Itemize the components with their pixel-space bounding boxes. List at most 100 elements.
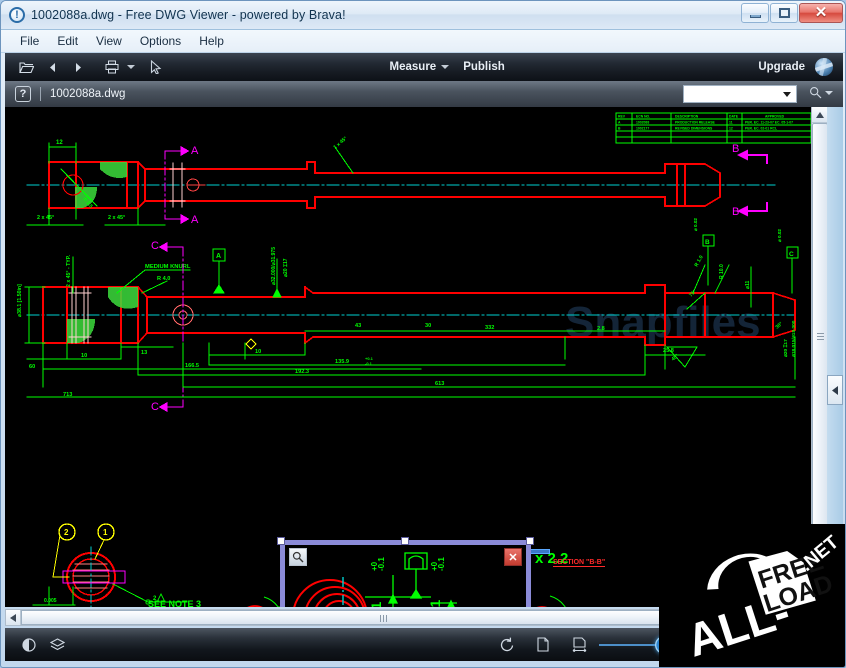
svg-text:⌀20 ⌶17: ⌀20 ⌶17 <box>783 339 789 357</box>
title-bar: ! 1002088a.dwg - Free DWG Viewer - power… <box>1 1 846 30</box>
search-chevron-down-icon[interactable] <box>825 91 833 95</box>
svg-text:A: A <box>191 214 199 226</box>
svg-text:-0.1: -0.1 <box>437 557 446 571</box>
menu-item-file[interactable]: File <box>11 31 48 51</box>
maximize-button[interactable] <box>770 3 798 23</box>
svg-text:43: 43 <box>355 323 361 329</box>
svg-text:135.9: 135.9 <box>335 359 349 365</box>
cursor-arrow-icon[interactable] <box>143 54 169 80</box>
svg-text:13: 13 <box>141 350 147 356</box>
menu-item-view[interactable]: View <box>87 31 131 51</box>
svg-text:C: C <box>789 251 794 258</box>
menu-item-edit[interactable]: Edit <box>48 31 87 51</box>
svg-text:2 x 45° - TYP.: 2 x 45° - TYP. <box>66 254 72 287</box>
svg-text:REV: REV <box>618 115 626 119</box>
panel-collapse-button[interactable] <box>827 375 843 405</box>
svg-text:2.8: 2.8 <box>597 326 605 332</box>
chevron-down-icon[interactable] <box>783 92 791 97</box>
dim-marker <box>530 549 550 554</box>
publish-button[interactable]: Publish <box>463 61 505 73</box>
svg-text:C: C <box>151 240 159 252</box>
svg-text:B: B <box>732 206 739 218</box>
svg-text:⌀ 0.02: ⌀ 0.02 <box>693 218 698 231</box>
triangle-left-icon <box>10 614 16 622</box>
rotate-ccw-icon[interactable] <box>493 631 521 659</box>
svg-text:2 x 45°: 2 x 45° <box>37 215 54 221</box>
svg-text:DESCRIPTION: DESCRIPTION <box>675 115 699 119</box>
scroll-up-button[interactable] <box>812 107 828 123</box>
section-label-bb: SECTION "B-B" <box>553 559 605 567</box>
close-button[interactable]: ✕ <box>799 3 843 23</box>
info-circle-icon: ! <box>9 7 25 23</box>
svg-text:B: B <box>732 143 739 155</box>
svg-text:10: 10 <box>81 353 87 359</box>
magnifier-icon <box>809 86 822 99</box>
menu-bar: File Edit View Options Help <box>1 30 846 53</box>
selection-box[interactable]: 20.1 15.1 +0 -0.1 +0 -0.1 ✕ <box>280 540 531 607</box>
svg-text:C: C <box>151 401 159 413</box>
svg-text:R 10.0: R 10.0 <box>719 264 725 279</box>
document-name: 1002088a.dwg <box>50 88 125 100</box>
circular-arrow-icon: ALL- FREE LOAD .NET <box>659 524 845 667</box>
svg-text:A: A <box>191 145 199 157</box>
svg-text:SEE NOTE 3: SEE NOTE 3 <box>148 599 201 607</box>
svg-text:2: 2 <box>64 528 69 537</box>
open-folder-icon[interactable] <box>13 54 39 80</box>
svg-text:⌀32.000/⌀31.975: ⌀32.000/⌀31.975 <box>271 247 277 285</box>
svg-text:PRODUCTION RELEASE: PRODUCTION RELEASE <box>675 121 715 125</box>
svg-text:PER. EC. 02-01 RCL: PER. EC. 02-01 RCL <box>745 127 777 131</box>
svg-text:0.005: 0.005 <box>44 598 57 604</box>
svg-text:⌀38.1 [1.50in]: ⌀38.1 [1.50in] <box>17 284 23 317</box>
grip-icon <box>379 609 388 627</box>
selection-magnifier-icon[interactable] <box>289 548 307 566</box>
svg-text:613: 613 <box>435 381 444 387</box>
resize-handle-ne[interactable] <box>526 537 534 545</box>
scroll-left-button[interactable] <box>6 610 21 625</box>
measure-button[interactable]: Measure <box>390 61 437 73</box>
previous-arrow-icon[interactable] <box>39 54 65 80</box>
print-dropdown-chevron-down-icon[interactable] <box>125 54 137 80</box>
measure-chevron-down-icon[interactable] <box>441 65 449 69</box>
print-icon[interactable] <box>99 54 125 80</box>
svg-text:ECN NO.: ECN NO. <box>636 115 650 119</box>
svg-text:192.3: 192.3 <box>295 369 309 375</box>
layers-icon[interactable] <box>43 631 71 659</box>
svg-text:-0.1: -0.1 <box>377 557 386 571</box>
upgrade-button[interactable]: Upgrade <box>758 61 805 73</box>
svg-text:713: 713 <box>63 392 72 398</box>
triangle-left-icon <box>832 386 838 395</box>
svg-text:166.5: 166.5 <box>185 363 199 369</box>
svg-text:30: 30 <box>425 323 431 329</box>
horizontal-scroll-thumb[interactable] <box>21 610 746 625</box>
svg-text:A: A <box>216 253 221 260</box>
svg-text:DATE: DATE <box>729 115 739 119</box>
menu-item-help[interactable]: Help <box>190 31 233 51</box>
svg-text:⌀11: ⌀11 <box>745 280 751 289</box>
search-controls <box>809 86 833 99</box>
svg-text:B: B <box>705 239 710 246</box>
question-mark-icon[interactable]: ? <box>15 86 31 102</box>
selection-close-icon[interactable]: ✕ <box>504 548 522 566</box>
svg-text:REVISED DIMENSIONS: REVISED DIMENSIONS <box>675 127 713 131</box>
window-title: 1002088a.dwg - Free DWG Viewer - powered… <box>31 8 346 22</box>
svg-text:332: 332 <box>485 325 494 331</box>
menu-item-options[interactable]: Options <box>131 31 190 51</box>
contrast-icon[interactable] <box>15 631 43 659</box>
resize-handle-nw[interactable] <box>277 537 285 545</box>
divider <box>40 87 41 101</box>
svg-text:R 4.0: R 4.0 <box>157 276 170 282</box>
minimize-button[interactable] <box>741 3 769 23</box>
window-controls: ✕ <box>741 3 843 23</box>
svg-text:APPROVED: APPROVED <box>765 115 785 119</box>
resize-handle-n[interactable] <box>401 537 409 545</box>
fit-page-icon[interactable] <box>529 631 557 659</box>
svg-text:⌀20 ⌶17: ⌀20 ⌶17 <box>283 258 289 277</box>
svg-text:15.1: 15.1 <box>427 600 443 607</box>
next-arrow-icon[interactable] <box>65 54 91 80</box>
main-toolbar: Measure Publish Upgrade <box>5 53 843 81</box>
search-input[interactable] <box>683 85 797 103</box>
fit-width-icon[interactable] <box>565 631 593 659</box>
application-window: ! 1002088a.dwg - Free DWG Viewer - power… <box>0 0 846 668</box>
vertical-scroll-thumb[interactable] <box>812 123 828 547</box>
globe-icon[interactable] <box>815 58 833 76</box>
